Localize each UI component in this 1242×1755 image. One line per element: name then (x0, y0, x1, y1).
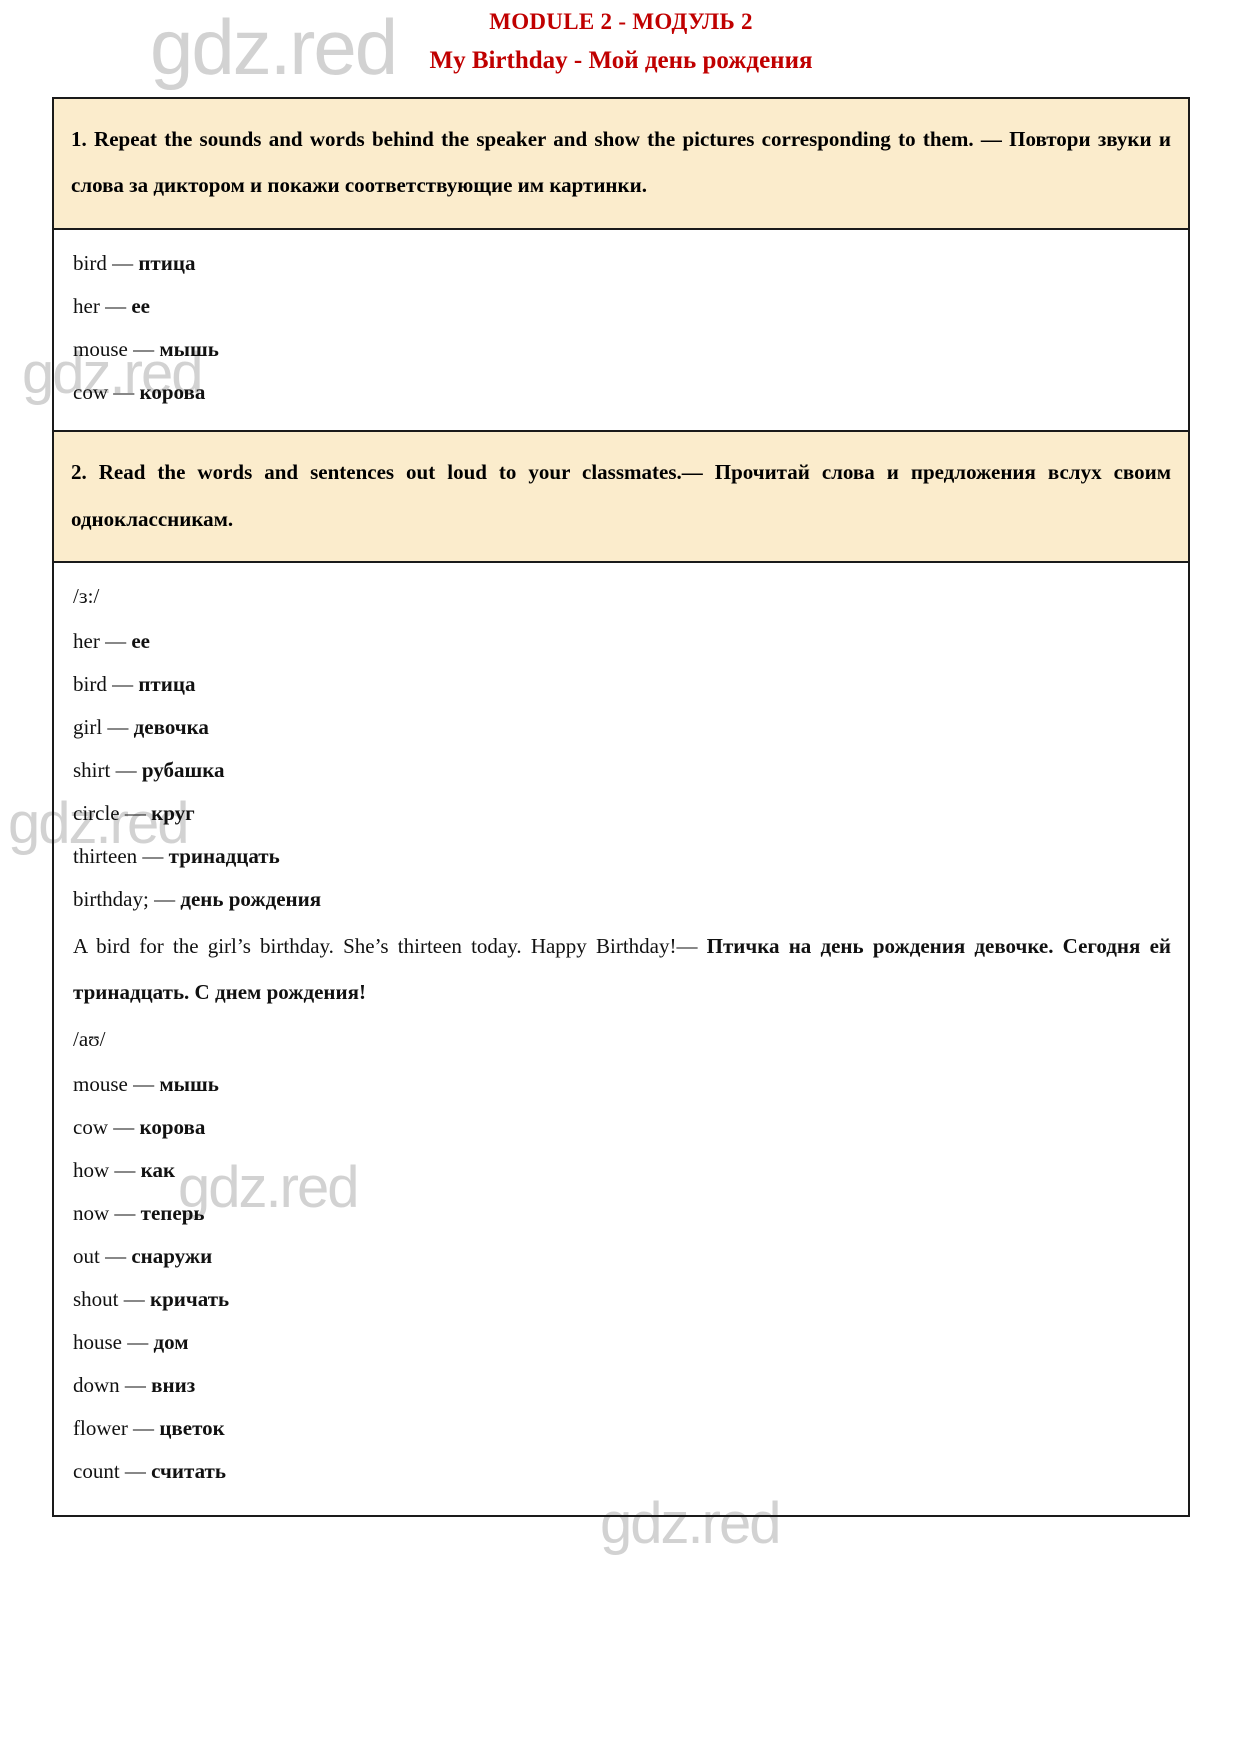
task-2-instruction-band: 2. Read the words and sentences out loud… (54, 431, 1188, 564)
word-row: girl — девочка (71, 706, 1171, 749)
phonetic-symbol: /ɜ:/ (73, 584, 100, 609)
word-row: thirteen — тринадцать (71, 835, 1171, 878)
task-2-instruction: 2. Read the words and sentences out loud… (71, 459, 1171, 531)
word-row: down — вниз (71, 1364, 1171, 1407)
word-en: circle — (73, 801, 152, 826)
word-ru: вниз (151, 1372, 196, 1397)
word-en: house — (73, 1329, 154, 1354)
word-ru: цветок (159, 1415, 225, 1440)
word-en: how — (73, 1157, 141, 1182)
example-sentence: A bird for the girl’s birthday. She’s th… (71, 921, 1171, 1017)
module-title: MODULE 2 - МОДУЛЬ 2 (489, 9, 753, 34)
word-en: cow — (73, 1114, 140, 1139)
word-row: mouse — мышь (71, 328, 1171, 371)
word-en: flower — (73, 1415, 160, 1440)
word-en: her — (73, 629, 132, 654)
word-ru: птица (138, 250, 196, 275)
word-en: thirteen — (73, 844, 169, 869)
phonetic-symbol: /aʊ/ (73, 1026, 106, 1051)
word-row: out — снаружи (71, 1235, 1171, 1278)
word-ru: тринадцать (168, 844, 280, 869)
word-row: cow — корова (71, 1106, 1171, 1149)
word-en: shout — (73, 1286, 151, 1311)
word-ru: как (140, 1157, 176, 1182)
exercise-sheet: 1. Repeat the sounds and words behind th… (52, 96, 1190, 1517)
word-en: bird — (73, 250, 139, 275)
word-en: birthday; — (73, 887, 181, 912)
word-ru: мышь (159, 336, 219, 361)
word-en: down — (73, 1372, 152, 1397)
word-ru: кричать (150, 1286, 230, 1311)
task-1-instruction: 1. Repeat the sounds and words behind th… (71, 126, 1171, 198)
word-en: mouse — (73, 336, 160, 361)
word-row: now — теперь (71, 1192, 1171, 1235)
word-ru: мышь (159, 1071, 219, 1096)
task-1-instruction-band: 1. Repeat the sounds and words behind th… (54, 98, 1188, 230)
word-ru: день рождения (180, 887, 322, 912)
word-en: now — (73, 1200, 141, 1225)
word-en: count — (73, 1458, 152, 1483)
word-row: her — ee (71, 620, 1171, 663)
word-ru: снаружи (131, 1243, 213, 1268)
word-row: count — считать (71, 1450, 1171, 1493)
word-ru: круг (151, 801, 195, 826)
task-1-word-list: bird — птица her — ee mouse — мышь cow —… (54, 230, 1188, 432)
word-row: birthday; — день рождения (71, 878, 1171, 921)
word-ru: корова (139, 379, 206, 404)
word-row: flower — цветок (71, 1407, 1171, 1450)
word-ru: считать (151, 1458, 226, 1483)
word-ru: дом (153, 1329, 189, 1354)
word-row: bird — птица (71, 242, 1171, 285)
word-ru: теперь (140, 1200, 205, 1225)
word-en: girl — (73, 715, 134, 740)
word-ru: ee (131, 629, 150, 654)
word-ru: корова (139, 1114, 206, 1139)
page-heading: MODULE 2 - МОДУЛЬ 2 My Birthday - Мой де… (0, 0, 1242, 78)
word-row: shout — кричать (71, 1278, 1171, 1321)
word-row: house — дом (71, 1321, 1171, 1364)
word-ru: птица (138, 672, 196, 697)
word-row: cow — корова (71, 371, 1171, 414)
word-ru: девочка (133, 715, 209, 740)
word-row: mouse — мышь (71, 1063, 1171, 1106)
word-en: mouse — (73, 1071, 160, 1096)
word-row: how — как (71, 1149, 1171, 1192)
word-row: circle — круг (71, 792, 1171, 835)
word-row: her — ee (71, 285, 1171, 328)
task-2-word-list: /ɜ:/ her — ee bird — птица girl — девочк… (54, 563, 1188, 1514)
word-en: shirt — (73, 758, 142, 783)
word-en: her — (73, 293, 132, 318)
word-en: cow — (73, 379, 140, 404)
word-row: bird — птица (71, 663, 1171, 706)
word-ru: рубашка (141, 758, 225, 783)
word-ru: ee (131, 293, 150, 318)
word-en: bird — (73, 672, 139, 697)
page-title: My Birthday - Мой день рождения (429, 46, 813, 74)
sentence-en: A bird for the girl’s birthday. She’s th… (73, 934, 707, 959)
word-en: out — (73, 1243, 132, 1268)
word-row: shirt — рубашка (71, 749, 1171, 792)
